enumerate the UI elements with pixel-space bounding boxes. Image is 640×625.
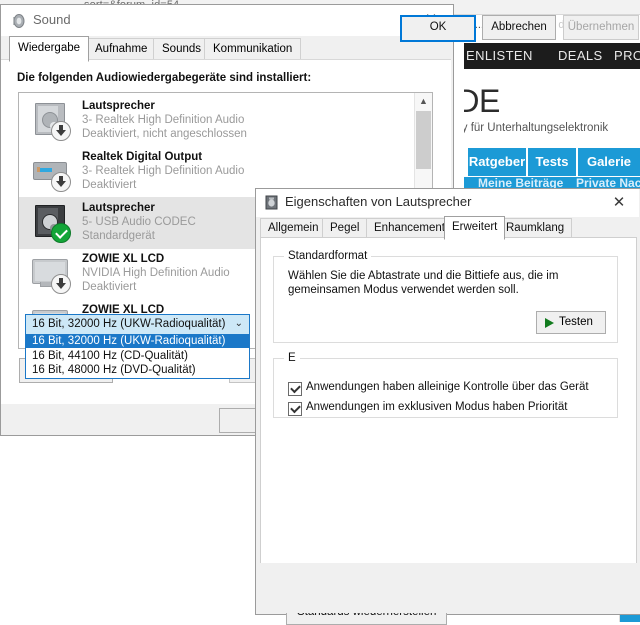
dropdown-option-1[interactable]: 16 Bit, 44100 Hz (CD-Qualität): [26, 349, 249, 363]
list-item[interactable]: Lautsprecher 3- Realtek High Definition …: [19, 95, 413, 147]
sound-dialog-title: Sound: [33, 12, 71, 27]
checkbox-box[interactable]: [288, 402, 302, 416]
device-name: Lautsprecher: [82, 202, 155, 214]
device-name: ZOWIE XL LCD: [82, 253, 165, 265]
chevron-down-icon[interactable]: ⌄: [235, 318, 243, 329]
sound-tabs: Wiedergabe Aufnahme Sounds Kommunikation: [1, 36, 453, 62]
checkbox-label: Anwendungen haben alleinige Kontrolle üb…: [306, 381, 589, 393]
erweitert-panel: Standardformat Wählen Sie die Abtastrate…: [260, 237, 637, 625]
checkbox-label: Anwendungen im exklusiven Modus haben Pr…: [306, 401, 568, 413]
tab-sounds[interactable]: Sounds: [153, 38, 211, 61]
site-logo: .DE: [464, 83, 500, 119]
device-status: Deaktiviert, nicht angeschlossen: [82, 128, 247, 140]
tab-allgemein[interactable]: Allgemein: [260, 218, 327, 239]
close-icon[interactable]: ✕: [599, 189, 639, 217]
exklusiver-modus-label: E: [284, 352, 300, 364]
site-tab-tests[interactable]: Tests: [528, 148, 576, 176]
disabled-badge: [51, 121, 71, 141]
dropdown-option-2[interactable]: 16 Bit, 48000 Hz (DVD-Qualität): [26, 363, 249, 377]
default-format-dropdown-list[interactable]: 16 Bit, 32000 Hz (UKW-Radioqualität) 16 …: [25, 334, 250, 379]
device-driver: 5- USB Audio CODEC: [82, 216, 196, 228]
chevron-up-icon[interactable]: ▲: [415, 93, 432, 110]
site-tab-galerie[interactable]: Galerie: [578, 148, 640, 176]
standardformat-description: Wählen Sie die Abtastrate und die Bittie…: [288, 270, 559, 296]
apply-button[interactable]: Übernehmen: [563, 15, 639, 40]
device-status: Deaktiviert: [82, 179, 137, 191]
device-name: Realtek Digital Output: [82, 151, 203, 163]
cancel-button[interactable]: Abbrechen: [482, 15, 556, 40]
tab-kommunikation[interactable]: Kommunikation: [204, 38, 302, 61]
site-tagline: ity für Unterhaltungselektronik: [464, 122, 609, 134]
device-driver: 3- Realtek High Definition Audio: [82, 114, 245, 126]
play-icon: [545, 318, 554, 328]
sound-dialog-titlebar: Sound ✕: [1, 5, 453, 36]
tab-erweitert[interactable]: Erweitert: [444, 216, 506, 240]
disabled-badge: [51, 274, 71, 294]
default-format-combobox[interactable]: 16 Bit, 32000 Hz (UKW-Radioqualität) ⌄: [25, 314, 250, 336]
speaker-properties-icon: [264, 195, 279, 210]
tab-pegel[interactable]: Pegel: [322, 218, 368, 239]
device-driver: NVIDIA High Definition Audio: [82, 267, 230, 279]
device-name: Lautsprecher: [82, 100, 155, 112]
site-tab-ratgeber[interactable]: Ratgeber: [468, 148, 526, 176]
test-button[interactable]: Testen: [536, 311, 606, 334]
device-status: Standardgerät: [82, 230, 155, 242]
properties-footer: [256, 563, 639, 613]
site-nav-item-1[interactable]: DEALS: [558, 48, 603, 63]
ok-button[interactable]: OK: [400, 15, 476, 42]
tab-wiedergabe[interactable]: Wiedergabe: [9, 36, 90, 62]
speaker-properties-dialog: Eigenschaften von Lautsprecher ✕ Allgeme…: [255, 188, 640, 625]
default-device-badge: [51, 223, 71, 243]
speaker-icon: [31, 101, 73, 141]
tab-aufnahme[interactable]: Aufnahme: [86, 38, 157, 61]
site-nav-item-0[interactable]: ENLISTEN: [466, 48, 533, 63]
test-button-label: Testen: [559, 316, 593, 328]
speaker-icon: [11, 13, 27, 29]
scrollbar-thumb[interactable]: [416, 111, 431, 169]
site-logo-area: .DE ity für Unterhaltungselektronik: [464, 69, 640, 148]
site-top-nav: ENLISTEN DEALS PRODU: [464, 43, 640, 69]
combobox-value: 16 Bit, 32000 Hz (UKW-Radioqualität): [32, 318, 226, 330]
device-driver: 3- Realtek High Definition Audio: [82, 165, 245, 177]
dropdown-option-0[interactable]: 16 Bit, 32000 Hz (UKW-Radioqualität): [26, 334, 249, 348]
tab-raumklang[interactable]: Raumklang: [498, 218, 573, 239]
site-nav-item-2[interactable]: PRODU: [614, 48, 640, 63]
properties-title: Eigenschaften von Lautsprecher: [285, 194, 472, 209]
device-status: Deaktiviert: [82, 281, 137, 293]
properties-titlebar: Eigenschaften von Lautsprecher ✕: [256, 189, 639, 217]
site-section-tabs: Ratgeber Tests Galerie: [464, 148, 640, 176]
monitor-icon: [31, 254, 73, 294]
properties-tabs: Allgemein Pegel Enhancements Erweitert R…: [256, 216, 639, 240]
disabled-badge: [51, 172, 71, 192]
playback-heading: Die folgenden Audiowiedergabegeräte sind…: [17, 72, 312, 84]
exklusiver-modus-group: E Anwendungen haben alleinige Kontrolle …: [273, 352, 618, 418]
digital-output-icon: [31, 152, 73, 192]
checkbox-box[interactable]: [288, 382, 302, 396]
speaker-dark-icon: [31, 203, 73, 243]
standardformat-label: Standardformat: [284, 250, 372, 262]
